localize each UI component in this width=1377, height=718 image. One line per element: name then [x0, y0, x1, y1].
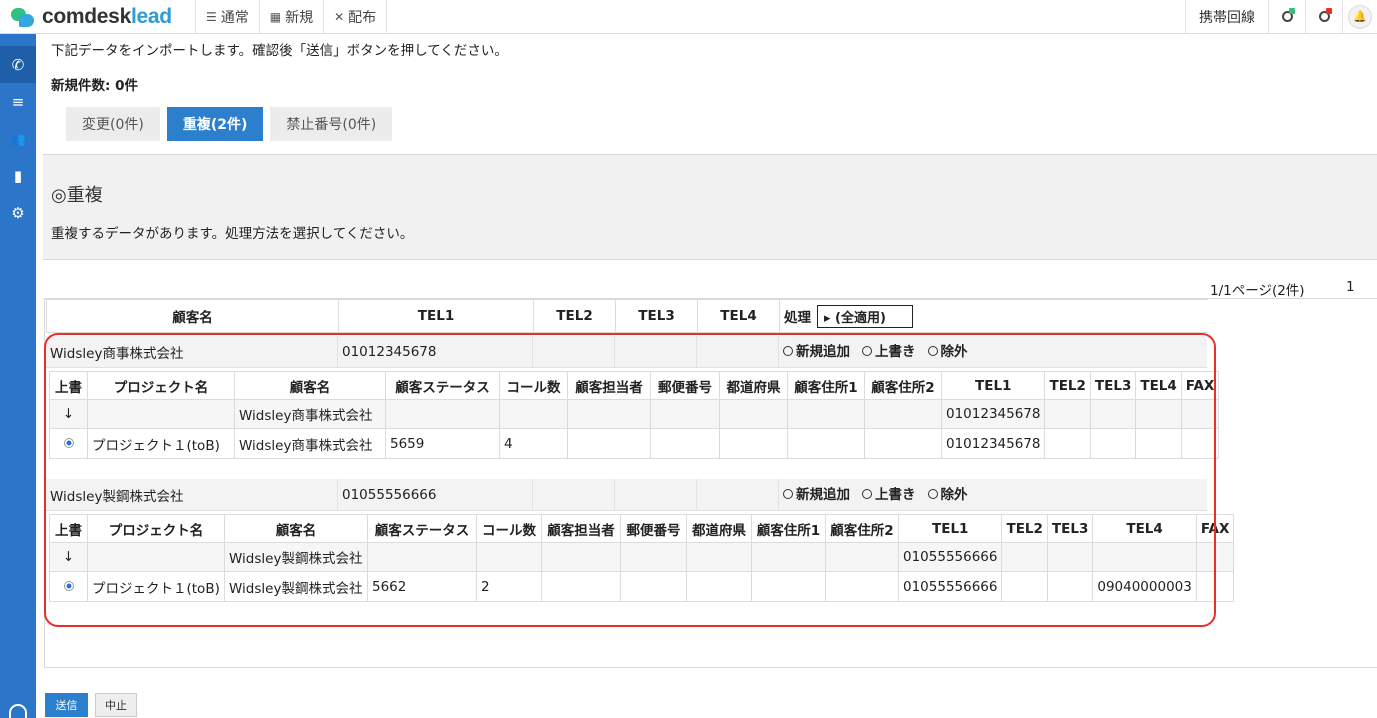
- table-row: プロジェクト１(toB) Widsley商事株式会社 5659 4 010123…: [49, 428, 1220, 459]
- tab-bar: 変更(0件) 重複(2件) 禁止番号(0件): [66, 107, 399, 141]
- overwrite-radio[interactable]: [49, 428, 88, 459]
- table-row: プロジェクト１(toB) Widsley製鋼株式会社 5662 2 010555…: [49, 571, 1235, 602]
- section-description: 重複するデータがあります。処理方法を選択してください。: [51, 226, 414, 242]
- option-overwrite[interactable]: 上書き: [862, 483, 916, 503]
- list-icon: ☰: [206, 9, 217, 24]
- timer-alert-button[interactable]: [1305, 0, 1342, 34]
- phone-icon: ✆: [11, 55, 25, 74]
- group-tel1: 01012345678: [338, 336, 533, 368]
- top-bar: comdesklead ☰ 通常 ▦ 新規 ✕ 配布 携帯回線 🔔: [0, 0, 1377, 34]
- duplicate-detail-table: 上書 プロジェクト名 顧客名 顧客ステータス コール数 顧客担当者 郵便番号 都…: [49, 371, 1220, 459]
- radio-icon: [862, 346, 872, 356]
- radio-icon: [927, 489, 938, 499]
- radio-icon: [783, 346, 793, 356]
- notification-button[interactable]: 🔔: [1342, 0, 1377, 34]
- nav-new[interactable]: ▦ 新規: [260, 0, 325, 34]
- table-row: ↓ Widsley製鋼株式会社 01055556666: [49, 542, 1235, 572]
- gear-icon: ⚙: [11, 203, 25, 222]
- radio-icon: [927, 346, 938, 356]
- page-link[interactable]: 1: [1346, 279, 1355, 295]
- group-customer-name: Widsley製鋼株式会社: [46, 479, 338, 511]
- bottom-actions: 送信 中止: [43, 690, 1377, 718]
- nav-normal[interactable]: ☰ 通常: [196, 0, 260, 34]
- sidebar-item-chart[interactable]: ▮: [0, 157, 36, 194]
- option-exclude[interactable]: 除外: [927, 340, 968, 360]
- col-tel1: TEL1: [338, 299, 534, 333]
- tab-blocked-numbers[interactable]: 禁止番号(0件): [270, 107, 393, 141]
- new-count: 新規件数: 0件: [51, 78, 138, 94]
- duplicate-group-row: Widsley商事株式会社 01012345678 新規追加 上書き 除外: [46, 336, 1207, 368]
- col-customer-name: 顧客名: [46, 299, 339, 333]
- mobile-line-button[interactable]: 携帯回線: [1185, 0, 1268, 34]
- process-options: 新規追加 上書き 除外: [779, 479, 1207, 511]
- sidebar-item-phone[interactable]: ✆: [0, 46, 36, 83]
- status-dot-icon: [1326, 7, 1332, 14]
- col-tel2: TEL2: [533, 299, 616, 333]
- logo[interactable]: comdesklead: [0, 0, 196, 34]
- tab-changes[interactable]: 変更(0件): [66, 107, 160, 141]
- tab-duplicates[interactable]: 重複(2件): [166, 107, 264, 141]
- col-tel4: TEL4: [697, 299, 780, 333]
- overwrite-radio[interactable]: [49, 571, 88, 602]
- duplicate-section-header: ◎重複 重複するデータがあります。処理方法を選択してください。: [43, 154, 1377, 260]
- database-icon: ≡: [11, 92, 25, 111]
- send-button[interactable]: 送信: [45, 693, 88, 717]
- pager-info: 1/1ページ(2件): [1210, 283, 1305, 299]
- arrow-down-icon: ↓: [49, 399, 88, 429]
- sidebar-item-database[interactable]: ≡: [0, 83, 36, 120]
- option-exclude[interactable]: 除外: [927, 483, 968, 503]
- logo-text: comdesklead: [42, 4, 172, 28]
- radio-selected-icon: [63, 580, 74, 591]
- duplicate-group-row: Widsley製鋼株式会社 01055556666 新規追加 上書き 除外: [46, 479, 1207, 511]
- radio-icon: [783, 489, 793, 499]
- logo-mark-icon: [10, 5, 36, 29]
- sidebar-item-users[interactable]: 👥: [0, 120, 36, 157]
- option-overwrite[interactable]: 上書き: [862, 340, 916, 360]
- bell-icon: 🔔: [1348, 4, 1372, 29]
- option-new[interactable]: 新規追加: [783, 483, 850, 503]
- timer-status-button[interactable]: [1268, 0, 1305, 34]
- duplicate-detail-table: 上書 プロジェクト名 顧客名 顧客ステータス コール数 顧客担当者 郵便番号 都…: [49, 514, 1235, 602]
- sidebar-item-settings[interactable]: ⚙: [0, 194, 36, 231]
- process-label: 処理: [784, 309, 811, 326]
- arrow-down-icon: ↓: [49, 542, 88, 572]
- col-tel3: TEL3: [615, 299, 698, 333]
- sidebar: ✆ ≡ 👥 ▮ ⚙: [0, 34, 36, 718]
- radio-selected-icon: [63, 437, 74, 448]
- users-icon: 👥: [10, 131, 26, 146]
- table-row: ↓ Widsley商事株式会社 01012345678: [49, 399, 1220, 429]
- nav-distribute[interactable]: ✕ 配布: [324, 0, 388, 34]
- group-customer-name: Widsley商事株式会社: [46, 336, 338, 368]
- radio-icon: [862, 489, 872, 499]
- group-tel1: 01055556666: [338, 479, 533, 511]
- user-icon[interactable]: [9, 704, 27, 718]
- duplicate-header-table: 顧客名 TEL1 TEL2 TEL3 TEL4 処理 ▸ (全適用): [46, 299, 1208, 333]
- apply-all-button[interactable]: ▸ (全適用): [817, 304, 913, 328]
- section-title: ◎重複: [51, 185, 103, 206]
- process-options: 新規追加 上書き 除外: [779, 336, 1207, 368]
- col-process: 処理 ▸ (全適用): [779, 299, 1208, 333]
- chart-icon: ▮: [13, 166, 23, 185]
- status-dot-icon: [1289, 7, 1295, 14]
- distribute-icon: ✕: [334, 9, 345, 24]
- grid-icon: ▦: [269, 9, 282, 24]
- cancel-button[interactable]: 中止: [95, 693, 137, 717]
- intro-text: 下記データをインポートします。確認後「送信」ボタンを押してください。: [51, 43, 508, 59]
- option-new[interactable]: 新規追加: [783, 340, 850, 360]
